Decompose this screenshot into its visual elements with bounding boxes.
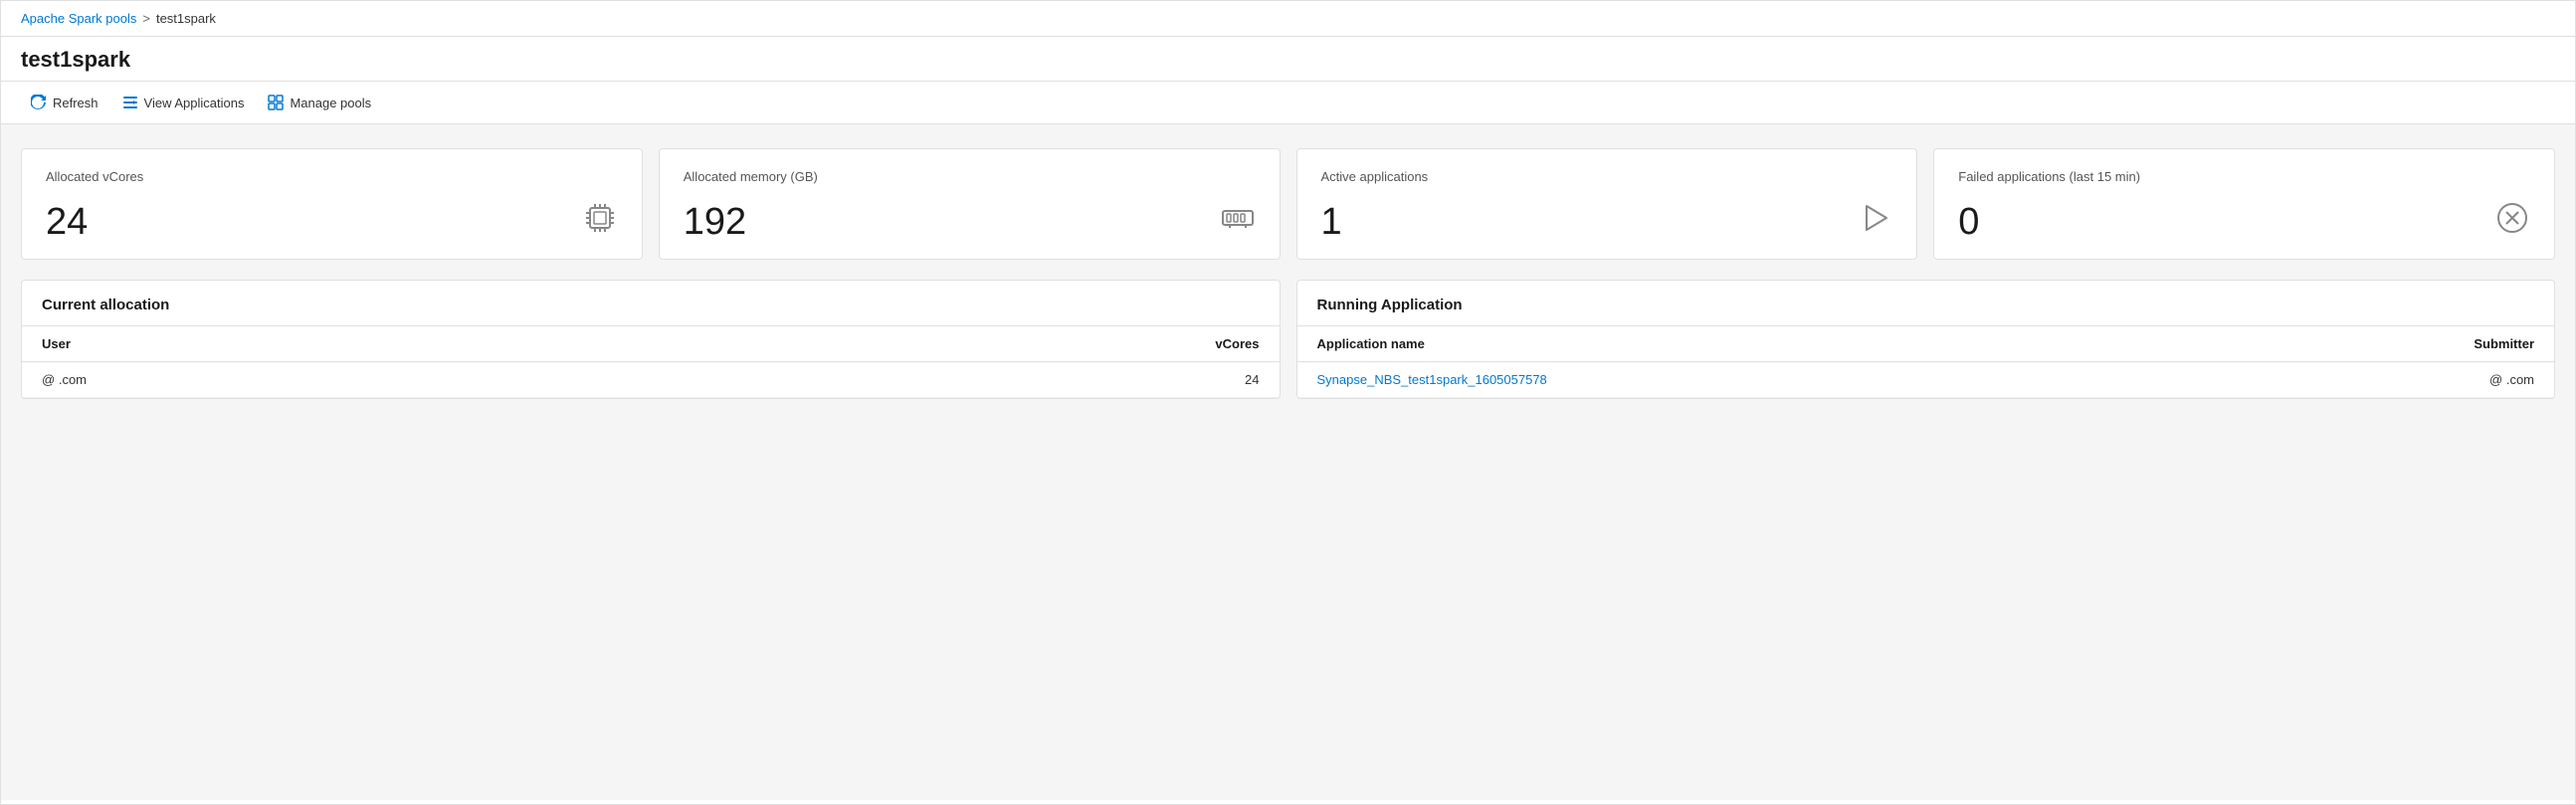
running-app-submitter-header: Submitter [2214, 326, 2554, 362]
toolbar: Refresh View Applications [1, 82, 2575, 124]
refresh-button[interactable]: Refresh [21, 90, 108, 115]
running-app-submitter-domain: .com [2506, 372, 2534, 387]
vcores-card: Allocated vCores 24 [21, 148, 643, 260]
page-title-bar: test1spark [1, 37, 2575, 82]
memory-icon [1220, 200, 1256, 243]
cpu-icon [582, 200, 618, 243]
memory-value: 192 [684, 203, 746, 241]
allocation-vcores-cell: 24 [654, 362, 1279, 398]
allocation-panel-title: Current allocation [22, 281, 1280, 326]
manage-pools-button[interactable]: Manage pools [258, 90, 381, 115]
view-applications-button[interactable]: View Applications [112, 90, 255, 115]
manage-pools-icon [268, 95, 284, 110]
allocation-table: User vCores @ .com 24 [22, 326, 1280, 398]
active-apps-value: 1 [1321, 203, 1342, 241]
active-apps-label: Active applications [1321, 169, 1893, 184]
breadcrumb: Apache Spark pools > test1spark [1, 1, 2575, 37]
vcores-label: Allocated vCores [46, 169, 618, 184]
failed-icon [2494, 200, 2530, 243]
page-title: test1spark [21, 47, 2555, 73]
running-app-panel-title: Running Application [1297, 281, 2555, 326]
running-app-row: Synapse_NBS_test1spark_1605057578 @ .com [1297, 362, 2555, 398]
memory-card: Allocated memory (GB) 192 [659, 148, 1281, 260]
refresh-icon [31, 95, 47, 110]
allocation-user-cell: @ .com [22, 362, 654, 398]
view-apps-label: View Applications [144, 96, 245, 110]
metrics-row: Allocated vCores 24 [21, 148, 2555, 260]
manage-pools-label: Manage pools [290, 96, 371, 110]
play-icon [1857, 200, 1892, 243]
memory-label: Allocated memory (GB) [684, 169, 1256, 184]
failed-apps-card: Failed applications (last 15 min) 0 [1933, 148, 2555, 260]
vcores-value: 24 [46, 203, 88, 241]
lower-row: Current allocation User vCores @ .com [21, 280, 2555, 399]
allocation-user-header: User [22, 326, 654, 362]
allocation-vcores-header: vCores [654, 326, 1279, 362]
breadcrumb-current: test1spark [156, 11, 216, 26]
view-apps-icon [122, 95, 138, 110]
failed-apps-value: 0 [1958, 203, 1979, 241]
active-apps-card: Active applications 1 [1296, 148, 1918, 260]
running-app-name-cell[interactable]: Synapse_NBS_test1spark_1605057578 [1297, 362, 2215, 398]
running-app-table: Application name Submitter Synapse_NBS_t… [1297, 326, 2555, 398]
refresh-label: Refresh [53, 96, 99, 110]
allocation-user-domain: .com [59, 372, 87, 387]
running-app-submitter-at: @ [2489, 372, 2502, 387]
breadcrumb-separator: > [142, 11, 150, 26]
allocation-user-at: @ [42, 372, 55, 387]
running-app-submitter-cell: @ .com [2214, 362, 2554, 398]
breadcrumb-parent-link[interactable]: Apache Spark pools [21, 11, 136, 26]
main-content: Allocated vCores 24 [1, 124, 2575, 800]
allocation-row: @ .com 24 [22, 362, 1280, 398]
current-allocation-panel: Current allocation User vCores @ .com [21, 280, 1281, 399]
running-application-panel: Running Application Application name Sub… [1296, 280, 2556, 399]
running-app-name-header: Application name [1297, 326, 2215, 362]
failed-apps-label: Failed applications (last 15 min) [1958, 169, 2530, 184]
